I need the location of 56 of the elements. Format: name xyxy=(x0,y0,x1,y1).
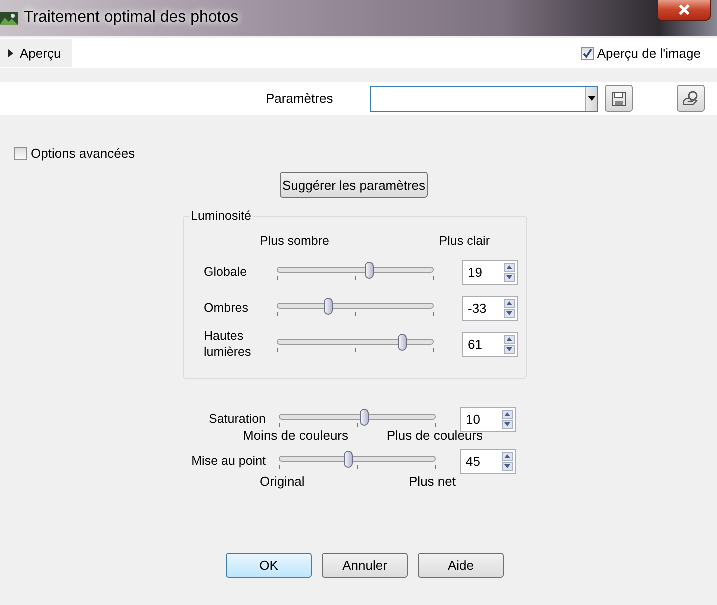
group-title: Luminosité xyxy=(189,209,254,223)
checkbox-label: Options avancées xyxy=(31,146,136,161)
load-button[interactable] xyxy=(677,85,705,112)
down-arrow-icon[interactable] xyxy=(502,420,513,428)
close-button[interactable] xyxy=(657,0,711,21)
spin-box[interactable]: 10 xyxy=(460,406,516,432)
down-arrow-icon[interactable] xyxy=(502,462,513,470)
slider-thumb[interactable] xyxy=(344,451,354,468)
dialog-button[interactable]: OK xyxy=(226,553,312,578)
up-arrow-icon[interactable] xyxy=(504,262,515,272)
slider-label: Ombres xyxy=(204,300,250,316)
slider-thumb[interactable] xyxy=(398,334,407,351)
presets-label: Paramètres xyxy=(266,91,334,106)
hand-icon xyxy=(682,90,700,106)
dialog-button[interactable]: Aide xyxy=(418,553,504,578)
preview-toggle[interactable]: Aperçu xyxy=(0,39,72,67)
slider-max-label: Plus clair xyxy=(439,234,490,248)
slider-thumb[interactable] xyxy=(324,298,334,315)
presets-dropdown[interactable] xyxy=(370,86,598,112)
checkbox[interactable] xyxy=(14,147,27,160)
spin-box[interactable]: 19 xyxy=(462,260,518,284)
slider[interactable] xyxy=(279,452,436,470)
slider-thumb[interactable] xyxy=(360,409,369,426)
checkbox[interactable] xyxy=(581,46,594,60)
spin-box[interactable]: 61 xyxy=(462,332,518,356)
slider-label: Saturation xyxy=(208,412,266,426)
photo-icon xyxy=(0,10,18,26)
down-arrow-icon[interactable] xyxy=(504,308,515,318)
spin-box[interactable]: -33 xyxy=(462,296,518,320)
triangle-icon xyxy=(8,48,14,58)
up-arrow-icon[interactable] xyxy=(504,334,515,344)
down-arrow-icon[interactable] xyxy=(504,272,515,282)
slider[interactable] xyxy=(279,410,436,428)
slider-label: Globale xyxy=(204,264,248,280)
up-arrow-icon[interactable] xyxy=(504,298,515,308)
slider[interactable] xyxy=(277,335,434,353)
suggest-button[interactable]: Suggérer les paramètres xyxy=(280,172,428,198)
slider[interactable] xyxy=(277,263,434,281)
slider-thumb[interactable] xyxy=(364,262,374,279)
save-button[interactable] xyxy=(605,85,633,112)
checkbox-label: Aperçu de l'image xyxy=(597,46,701,60)
slider-label: Mise au point xyxy=(190,454,266,468)
up-arrow-icon[interactable] xyxy=(502,452,513,460)
down-arrow-icon[interactable] xyxy=(504,344,515,354)
dialog-button[interactable]: Annuler xyxy=(322,553,408,578)
slider-label: Hautes lumières xyxy=(204,328,252,360)
caret-icon xyxy=(588,96,596,101)
up-arrow-icon[interactable] xyxy=(502,410,513,418)
spin-box[interactable]: 45 xyxy=(460,448,516,474)
slider-min-label: Original xyxy=(260,474,305,489)
slider-min-label: Plus sombre xyxy=(260,234,330,248)
slider-max-label: Plus net xyxy=(409,474,456,489)
slider-min-label: Moins de couleurs xyxy=(243,428,348,443)
window-title: Traitement optimal des photos xyxy=(24,9,239,27)
close-icon[interactable] xyxy=(678,4,690,16)
slider[interactable] xyxy=(277,299,434,317)
